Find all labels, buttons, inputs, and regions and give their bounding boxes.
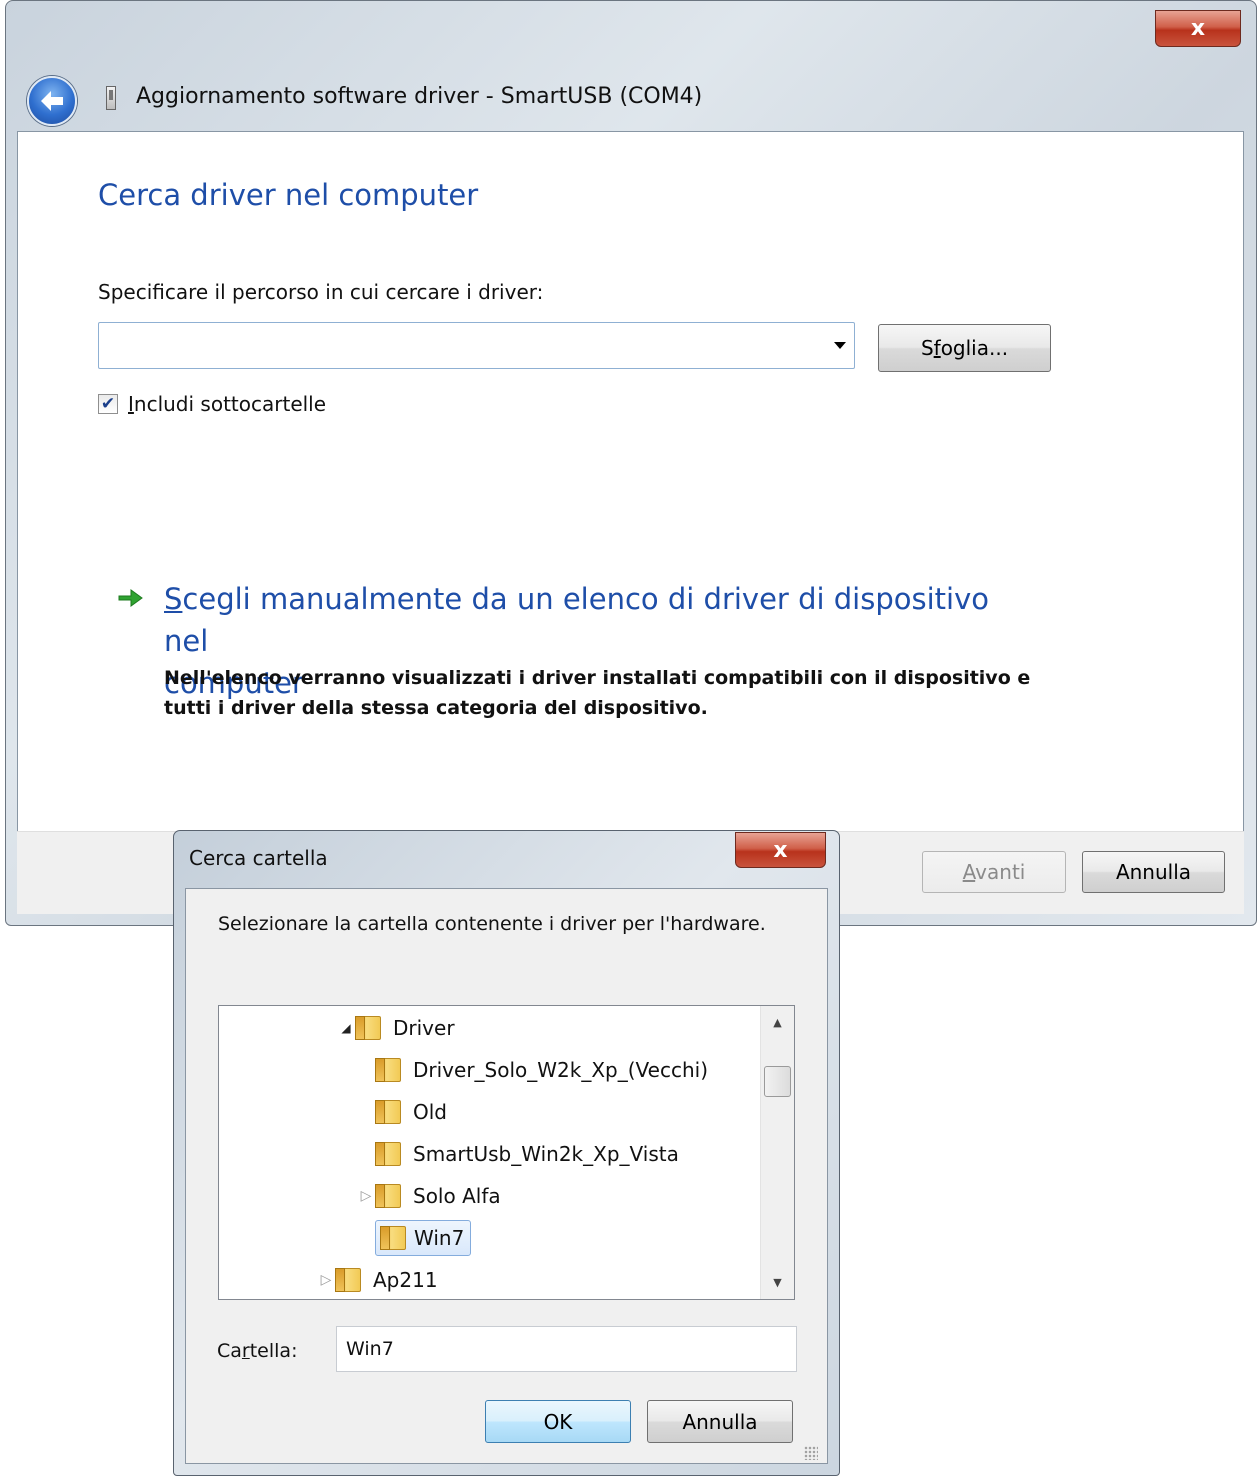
folder-name-input[interactable] bbox=[336, 1326, 797, 1372]
dialog-instruction: Selezionare la cartella contenente i dri… bbox=[218, 913, 766, 935]
tree-item-label: Driver bbox=[393, 1016, 455, 1040]
tree-item-ap211[interactable]: ▷ Ap211 bbox=[317, 1260, 442, 1299]
wizard-content-area bbox=[17, 131, 1244, 914]
back-arrow-icon bbox=[41, 91, 63, 111]
usb-device-icon bbox=[106, 86, 116, 110]
tree-item-label: Solo Alfa bbox=[413, 1184, 501, 1208]
next-button[interactable]: Avanti bbox=[922, 851, 1066, 893]
resize-grip-icon[interactable] bbox=[804, 1446, 818, 1460]
next-button-label: Avanti bbox=[962, 860, 1026, 884]
tree-item-label: Ap211 bbox=[373, 1268, 438, 1292]
collapsed-triangle-icon[interactable]: ▷ bbox=[357, 1188, 375, 1204]
folder-field-label: Cartella: bbox=[217, 1340, 298, 1362]
window-close-button[interactable]: x bbox=[1155, 10, 1241, 47]
folder-icon bbox=[335, 1268, 361, 1292]
scroll-up-arrow-icon[interactable]: ▲ bbox=[761, 1006, 794, 1039]
expanded-triangle-icon[interactable]: ◢ bbox=[337, 1021, 355, 1035]
dialog-close-button[interactable]: x bbox=[735, 832, 826, 868]
folder-icon bbox=[375, 1100, 401, 1124]
tree-item-smartusb[interactable]: SmartUsb_Win2k_Xp_Vista bbox=[357, 1134, 683, 1174]
path-label: Specificare il percorso in cui cercare i… bbox=[98, 280, 544, 304]
cancel-button[interactable]: Annulla bbox=[1082, 851, 1225, 893]
tree-item-label: SmartUsb_Win2k_Xp_Vista bbox=[413, 1142, 679, 1166]
manual-link-line1: Scegli manualmente da un elenco di drive… bbox=[164, 582, 989, 658]
scroll-down-arrow-icon[interactable]: ▼ bbox=[761, 1266, 794, 1299]
tree-item-label: Win7 bbox=[414, 1226, 465, 1250]
checkmark-icon: ✔ bbox=[100, 393, 116, 414]
close-icon: x bbox=[773, 837, 788, 863]
path-combobox[interactable] bbox=[98, 322, 855, 369]
tree-item-label: Driver_Solo_W2k_Xp_(Vecchi) bbox=[413, 1058, 709, 1082]
dropdown-arrow-icon[interactable] bbox=[834, 342, 846, 349]
folder-icon bbox=[355, 1016, 381, 1040]
tree-item-driver[interactable]: ◢ Driver bbox=[337, 1008, 459, 1048]
page-heading: Cerca driver nel computer bbox=[98, 178, 479, 212]
dialog-title: Cerca cartella bbox=[189, 846, 328, 870]
folder-tree[interactable]: ◢ Driver Driver_Solo_W2k_Xp_(Vecchi) Old… bbox=[218, 1005, 795, 1300]
tree-scrollbar[interactable]: ▲ ▼ bbox=[760, 1006, 794, 1299]
ok-button[interactable]: OK bbox=[485, 1400, 631, 1443]
include-subfolders-label[interactable]: Includi sottocartelle bbox=[128, 392, 326, 416]
window-title: Aggiornamento software driver - SmartUSB… bbox=[136, 84, 703, 109]
collapsed-triangle-icon[interactable]: ▷ bbox=[317, 1272, 335, 1288]
tree-item-driver-solo[interactable]: Driver_Solo_W2k_Xp_(Vecchi) bbox=[357, 1050, 712, 1090]
tree-item-solo-alfa[interactable]: ▷ Solo Alfa bbox=[357, 1176, 505, 1216]
selection-highlight: Win7 bbox=[375, 1220, 472, 1256]
tree-item-win7[interactable]: Win7 bbox=[357, 1218, 472, 1258]
tree-item-old[interactable]: Old bbox=[357, 1092, 451, 1132]
folder-icon bbox=[375, 1184, 401, 1208]
dialog-cancel-button[interactable]: Annulla bbox=[647, 1400, 793, 1443]
tree-item-label: Old bbox=[413, 1100, 447, 1124]
include-subfolders-checkbox[interactable]: ✔ bbox=[98, 394, 118, 414]
folder-icon bbox=[375, 1058, 401, 1082]
back-button[interactable] bbox=[27, 76, 77, 126]
scroll-thumb[interactable] bbox=[764, 1066, 791, 1097]
folder-icon bbox=[375, 1142, 401, 1166]
browse-button-label: Sfoglia... bbox=[920, 336, 1009, 360]
close-icon: x bbox=[1190, 16, 1206, 41]
browse-button[interactable]: Sfoglia... bbox=[878, 324, 1051, 372]
manual-option-description: Nell'elenco verranno visualizzati i driv… bbox=[164, 667, 1031, 719]
folder-icon bbox=[380, 1226, 406, 1250]
green-arrow-icon bbox=[118, 589, 143, 607]
